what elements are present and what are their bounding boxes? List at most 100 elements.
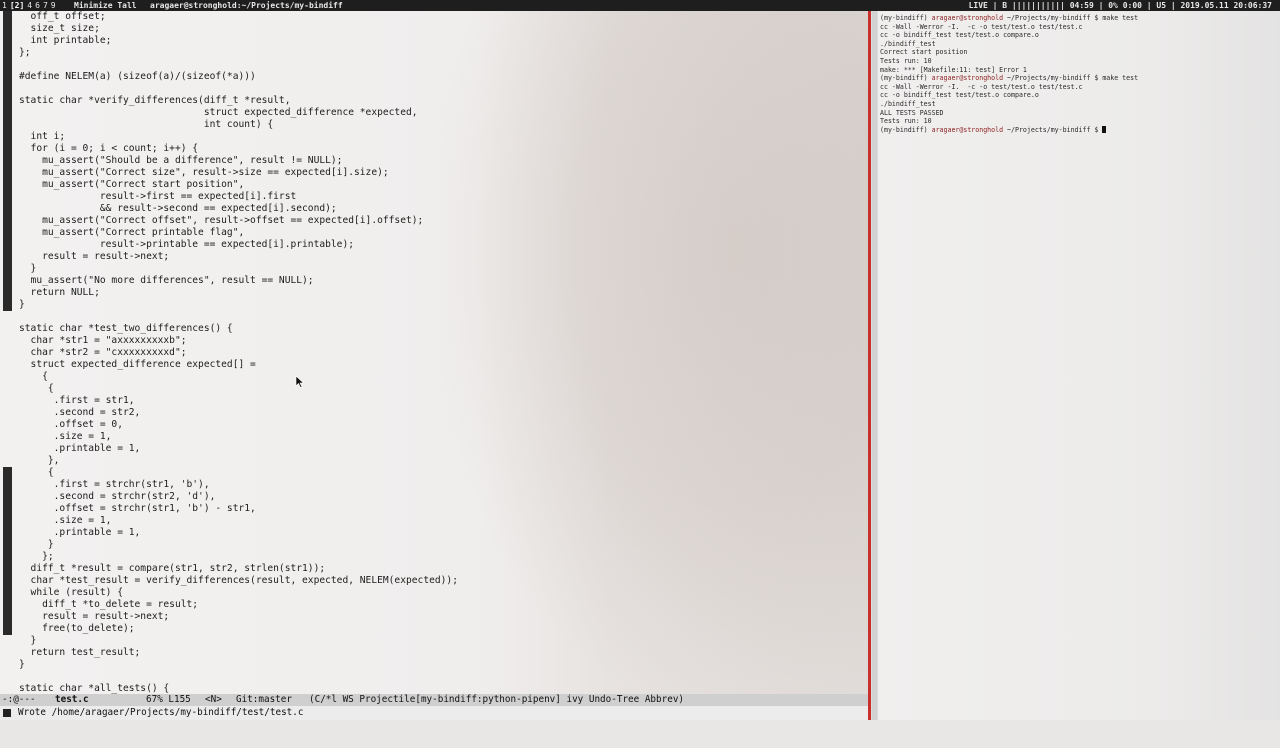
code-line[interactable]: }; [19, 551, 458, 563]
code-line[interactable]: while (result) { [19, 587, 458, 599]
terminal-output-line: cc -Wall -Werror -I. -c -o test/test.o t… [880, 82, 1083, 91]
terminal-scrollbar-thumb[interactable] [872, 11, 877, 720]
code-line[interactable]: for (i = 0; i < count; i++) { [19, 143, 458, 155]
code-line[interactable]: .first = str1, [19, 395, 458, 407]
code-line[interactable]: char *str1 = "axxxxxxxxxb"; [19, 335, 458, 347]
code-line[interactable]: result = result->next; [19, 251, 458, 263]
terminal-prompt-line: (my-bindiff) aragaer@stronghold ~/Projec… [880, 126, 1138, 135]
code-line[interactable]: result->first == expected[i].first [19, 191, 458, 203]
code-line[interactable]: mu_assert("Correct start position", [19, 179, 458, 191]
code-line[interactable]: } [19, 299, 458, 311]
minibuffer-indicator [3, 709, 11, 717]
code-line[interactable]: }, [19, 455, 458, 467]
code-line[interactable]: .offset = strchr(str1, 'b') - str1, [19, 503, 458, 515]
workspace-2[interactable]: 4 [27, 1, 32, 10]
terminal-window[interactable]: (my-bindiff) aragaer@stronghold ~/Projec… [871, 11, 1280, 720]
terminal-output-line: Correct start position [880, 48, 968, 57]
modeline-modes[interactable]: (C/*l WS Projectile[my-bindiff:python-pi… [309, 694, 684, 706]
git-gutter-mark [3, 467, 12, 635]
terminal-output-line: ./bindiff_test [880, 39, 936, 48]
system-status: LIVE | B ||||||||||| 04:59 | 0% 0:00 | U… [968, 1, 1272, 10]
terminal-output-line: Tests run: 10 [880, 56, 932, 65]
prompt-command: ~/Projects/my-bindiff $ make test [1003, 74, 1139, 83]
mouse-pointer-icon [295, 376, 305, 388]
code-line[interactable]: mu_assert("Should be a difference", resu… [19, 155, 458, 167]
workspace-0[interactable]: 1 [2, 1, 7, 10]
code-line[interactable]: static char *verify_differences(diff_t *… [19, 95, 458, 107]
code-line[interactable] [19, 311, 458, 323]
code-line[interactable]: } [19, 263, 458, 275]
terminal-output-line: ./bindiff_test [880, 99, 936, 108]
code-line[interactable]: result->printable == expected[i].printab… [19, 239, 458, 251]
code-line[interactable]: .second = strchr(str2, 'd'), [19, 491, 458, 503]
code-line[interactable]: static char *test_two_differences() { [19, 323, 458, 335]
code-line[interactable]: && result->second == expected[i].second)… [19, 203, 458, 215]
code-line[interactable]: diff_t *result = compare(str1, str2, str… [19, 563, 458, 575]
code-line[interactable]: } [19, 635, 458, 647]
code-line[interactable]: mu_assert("Correct size", result->size =… [19, 167, 458, 179]
workspace-3[interactable]: 6 [35, 1, 40, 10]
layout-name[interactable]: Minimize Tall [74, 0, 137, 11]
workspace-4[interactable]: 7 [43, 1, 48, 10]
terminal-output-line: cc -o bindiff_test test/test.o compare.o [880, 31, 1039, 40]
code-line[interactable]: } [19, 659, 458, 671]
code-line[interactable]: int i; [19, 131, 458, 143]
code-line[interactable]: } [19, 539, 458, 551]
code-line[interactable]: { [19, 467, 458, 479]
modeline-buffer-name[interactable]: test.c [55, 694, 89, 706]
terminal-output-line: ALL TESTS PASSED [880, 108, 944, 117]
code-line[interactable]: char *str2 = "cxxxxxxxxxd"; [19, 347, 458, 359]
code-line[interactable]: .offset = 0, [19, 419, 458, 431]
code-line[interactable] [19, 671, 458, 683]
emacs-editor-window[interactable]: off_t offset; size_t size; int printable… [0, 11, 868, 694]
workspace-1[interactable]: [2] [10, 1, 24, 10]
code-line[interactable]: struct expected_difference expected[] = [19, 359, 458, 371]
code-line[interactable]: mu_assert("Correct offset", result->offs… [19, 215, 458, 227]
code-line[interactable]: #define NELEM(a) (sizeof(a)/(sizeof(*a))… [19, 71, 458, 83]
code-buffer[interactable]: off_t offset; size_t size; int printable… [19, 11, 458, 694]
code-line[interactable]: int count) { [19, 119, 458, 131]
prompt-command: ~/Projects/my-bindiff $ make test [1003, 14, 1139, 22]
modeline-evil-state: <N> [205, 694, 222, 705]
echo-area[interactable]: Wrote /home/aragaer/Projects/my-bindiff/… [0, 706, 868, 720]
code-line[interactable] [19, 59, 458, 71]
code-line[interactable]: return NULL; [19, 287, 458, 299]
prompt-venv: (my-bindiff) [880, 125, 932, 134]
code-line[interactable]: .size = 1, [19, 431, 458, 443]
code-line[interactable]: .printable = 1, [19, 443, 458, 455]
code-line[interactable]: diff_t *to_delete = result; [19, 599, 458, 611]
code-line[interactable]: mu_assert("No more differences", result … [19, 275, 458, 287]
modeline-state: -:@--- [2, 694, 36, 705]
code-line[interactable]: free(to_delete); [19, 623, 458, 635]
code-line[interactable]: .size = 1, [19, 515, 458, 527]
code-line[interactable]: static char *all_tests() { [19, 683, 458, 694]
code-line[interactable]: .second = str2, [19, 407, 458, 419]
wallpaper-photo [440, 11, 868, 694]
modeline-vc-branch[interactable]: Git:master [236, 694, 292, 706]
code-line[interactable]: size_t size; [19, 23, 458, 35]
terminal-output-line: cc -o bindiff_test test/test.o compare.o [880, 91, 1039, 100]
code-line[interactable]: return test_result; [19, 647, 458, 659]
workspace-list: 1 [2] 4 6 7 9 [2, 0, 59, 11]
emacs-modeline: -:@--- test.c 67% L155 <N> Git:master (C… [0, 694, 868, 706]
modeline-position: 67% L155 [146, 694, 191, 705]
code-line[interactable]: .printable = 1, [19, 527, 458, 539]
code-line[interactable]: .first = strchr(str1, 'b'), [19, 479, 458, 491]
code-line[interactable]: { [19, 371, 458, 383]
code-line[interactable]: }; [19, 47, 458, 59]
terminal-prompt-line: (my-bindiff) aragaer@stronghold ~/Projec… [880, 14, 1138, 23]
workspace-5[interactable]: 9 [51, 1, 56, 10]
code-line[interactable]: int printable; [19, 35, 458, 47]
code-line[interactable]: mu_assert("Correct printable flag", [19, 227, 458, 239]
code-line[interactable] [19, 83, 458, 95]
code-line[interactable]: { [19, 383, 458, 395]
terminal-scrollbar[interactable] [871, 11, 878, 720]
code-line[interactable]: result = result->next; [19, 611, 458, 623]
terminal-cursor [1102, 126, 1107, 134]
terminal-output[interactable]: (my-bindiff) aragaer@stronghold ~/Projec… [880, 14, 1138, 134]
code-line[interactable]: off_t offset; [19, 11, 458, 23]
top-status-bar: 1 [2] 4 6 7 9 Minimize Tall aragaer@stronghol… [0, 0, 1280, 11]
code-line[interactable]: char *test_result = verify_differences(r… [19, 575, 458, 587]
prompt-user: aragaer@stronghold [931, 125, 1004, 134]
code-line[interactable]: struct expected_difference *expected, [19, 107, 458, 119]
